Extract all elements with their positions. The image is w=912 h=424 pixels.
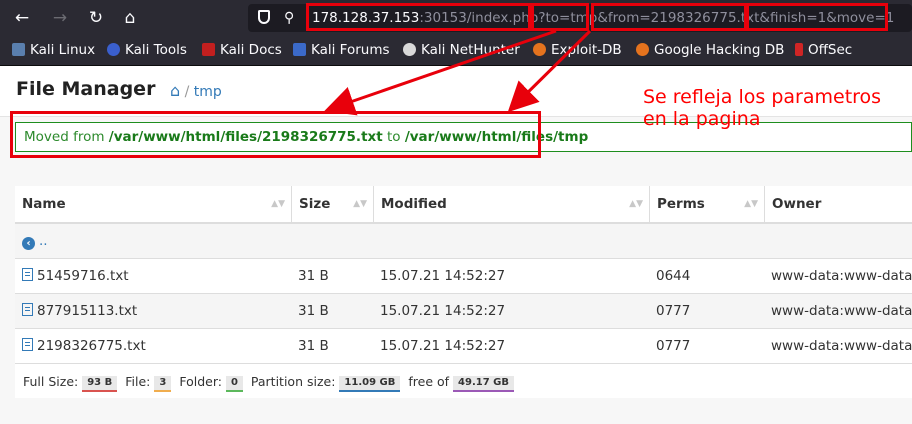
file-name-link[interactable]: 877915113.txt [15,294,291,329]
column-owner[interactable]: Owner [764,186,912,222]
file-modified: 15.07.21 14:52:27 [380,268,506,284]
home-icon[interactable]: ⌂ [118,6,142,30]
bookmark-google-hacking-db[interactable]: Google Hacking DB [636,36,784,65]
column-name[interactable]: Name ▲▼ [15,186,291,222]
column-perms[interactable]: Perms ▲▼ [649,186,764,222]
bookmark-offsec[interactable]: OffSec [795,36,852,65]
file-size: 31 B [298,303,329,319]
ghdb-icon [636,43,649,56]
kali-docs-icon [202,43,215,56]
file-table: Name ▲▼ Size ▲▼ Modified ▲▼ Perms ▲▼ Owner ‹… [15,186,912,398]
table-footer: Full Size: 93 B File: 3 Folder: 0 Partition… [15,363,912,398]
file-text-icon [22,268,33,281]
full-size-badge: 93 B [82,376,118,392]
file-name-link[interactable]: 51459716.txt [15,259,291,294]
bookmark-kali-docs[interactable]: Kali Docs [202,36,282,65]
folder-count-badge: 0 [225,376,243,392]
nethunter-icon [403,43,416,56]
exploit-db-icon [533,43,546,56]
reload-icon[interactable]: ↻ [84,6,108,30]
parent-link[interactable]: ‹.. [15,224,291,259]
lock-slash-icon[interactable]: ⚲ [284,8,294,28]
bookmarks-bar: Kali Linux Kali Tools Kali Docs Kali For… [0,36,912,66]
file-perms[interactable]: 0777 [649,329,764,364]
table-row: 877915113.txt 31 B 15.07.21 14:52:27 077… [15,293,912,329]
annotation-box-alert [10,111,541,158]
breadcrumb-tmp[interactable]: tmp [194,84,222,100]
home-icon[interactable]: ⌂ [170,81,180,100]
column-size[interactable]: Size ▲▼ [291,186,373,222]
bookmark-kali-forums[interactable]: Kali Forums [293,36,390,65]
file-name-link[interactable]: 2198326775.txt [15,329,291,364]
file-size: 31 B [298,338,329,354]
bookmark-kali-linux[interactable]: Kali Linux [12,36,95,65]
file-modified: 15.07.21 14:52:27 [380,303,506,319]
sort-icon[interactable]: ▲▼ [744,186,758,222]
total-size-badge: 49.17 GB [453,376,514,392]
file-modified: 15.07.21 14:52:27 [380,338,506,354]
arrow-left-circle-icon: ‹ [22,237,35,250]
annotation-box-tail [746,3,888,31]
file-perms[interactable]: 0777 [649,294,764,329]
bookmark-exploit-db[interactable]: Exploit-DB [533,36,622,65]
file-owner: www-data:www-data [771,303,912,319]
sort-icon[interactable]: ▲▼ [353,186,367,222]
annotation-box-from [591,3,747,31]
kali-forums-icon [293,43,306,56]
back-arrow-icon[interactable]: ← [10,6,34,30]
file-owner: www-data:www-data [771,268,912,284]
annotation-box-to [531,3,589,31]
partition-size-badge: 11.09 GB [339,376,401,392]
column-modified[interactable]: Modified ▲▼ [373,186,649,222]
annotation-box-host [306,3,531,31]
kali-dragon-icon [12,43,25,56]
sort-icon[interactable]: ▲▼ [271,186,285,222]
bookmark-kali-tools[interactable]: Kali Tools [107,36,187,65]
kali-tools-icon [107,43,120,56]
table-header: Name ▲▼ Size ▲▼ Modified ▲▼ Perms ▲▼ Owner [15,186,912,224]
file-size: 31 B [298,268,329,284]
file-text-icon [22,338,33,351]
breadcrumb: ⌂ / tmp [170,81,222,100]
file-text-icon [22,303,33,316]
sort-icon[interactable]: ▲▼ [629,186,643,222]
annotation-text: Se refleja los parametros en la pagina [643,86,882,130]
file-perms[interactable]: 0644 [649,259,764,294]
bookmark-kali-nethunter[interactable]: Kali NetHunter [403,36,520,65]
offsec-icon [795,43,803,56]
shield-icon[interactable] [258,10,270,24]
parent-dir-row[interactable]: ‹.. [15,223,912,259]
forward-arrow-icon[interactable]: → [48,6,72,30]
file-owner: www-data:www-data [771,338,912,354]
app-title[interactable]: File Manager [16,78,155,100]
table-row: 51459716.txt 31 B 15.07.21 14:52:27 0644… [15,258,912,294]
file-count-badge: 3 [154,376,172,392]
table-row: 2198326775.txt 31 B 15.07.21 14:52:27 07… [15,328,912,364]
